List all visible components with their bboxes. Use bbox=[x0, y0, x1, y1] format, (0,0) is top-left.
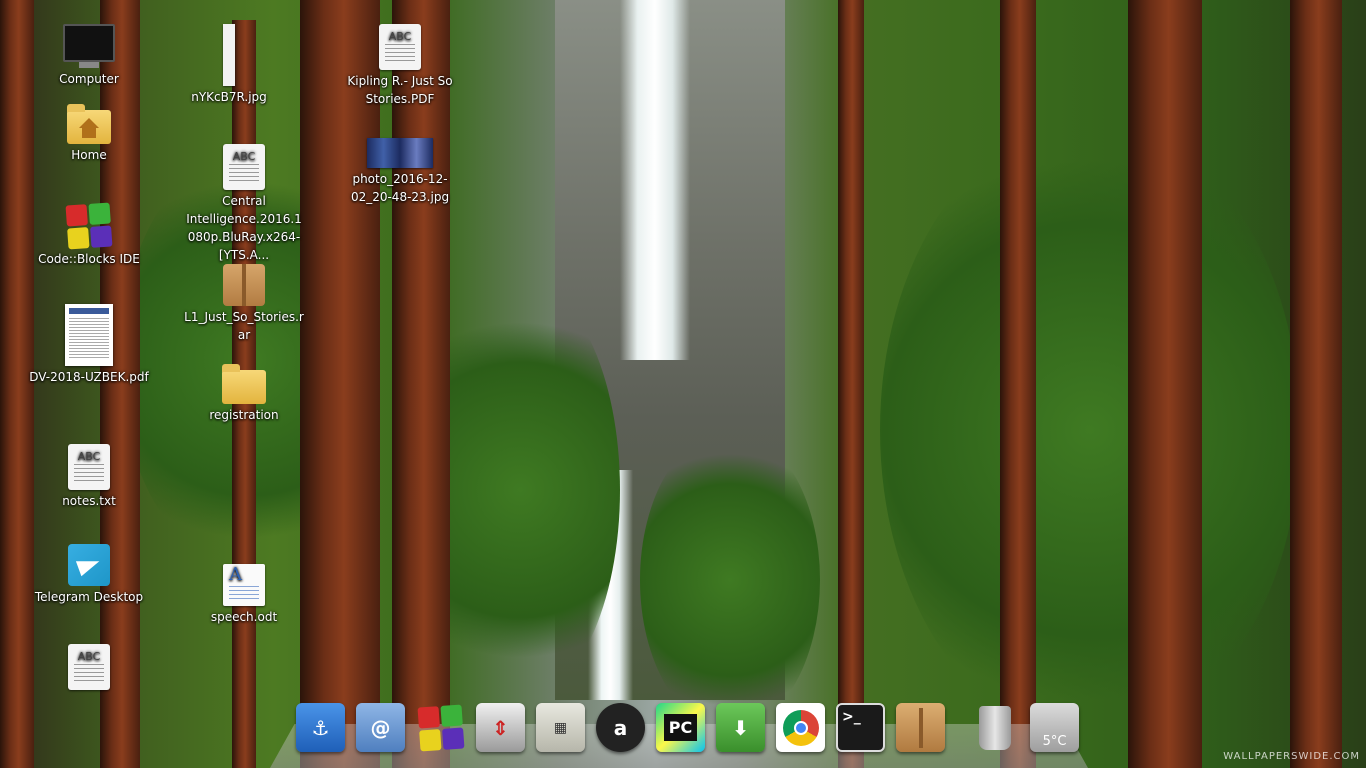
wallpaper-tree-trunk bbox=[1128, 0, 1202, 768]
archive-icon bbox=[918, 707, 923, 748]
wallpaper-foliage bbox=[420, 280, 620, 700]
swirl-icon: @ bbox=[370, 715, 391, 740]
desktop-icon-notes[interactable]: ABC notes.txt bbox=[24, 444, 154, 510]
desktop-icon-codeblocks[interactable]: Code::Blocks IDE bbox=[24, 202, 154, 268]
trash-icon bbox=[978, 705, 1011, 750]
dock-separator bbox=[956, 709, 959, 749]
wallpaper-waterfall-upper bbox=[620, 0, 690, 360]
amazon-icon: a bbox=[613, 715, 628, 740]
dock-terminal[interactable]: >_ bbox=[836, 703, 885, 752]
photo-thumbnail-icon bbox=[335, 138, 465, 168]
desktop-icon-text-file[interactable]: ABC bbox=[24, 644, 154, 692]
anchor-icon: ⚓ bbox=[311, 715, 330, 740]
desktop-icon-nykcb7r[interactable]: nYKcB7R.jpg bbox=[164, 24, 294, 106]
dock-update-manager[interactable]: ⬇ bbox=[716, 703, 765, 752]
dock-anchor-launcher[interactable]: ⚓ bbox=[296, 703, 345, 752]
wallpaper-foliage bbox=[640, 430, 820, 730]
text-file-icon: ABC bbox=[24, 644, 154, 690]
download-icon: ⬇ bbox=[732, 715, 749, 740]
chrome-icon bbox=[782, 709, 819, 746]
computer-icon bbox=[24, 24, 154, 68]
dock-amazon[interactable]: a bbox=[596, 703, 645, 752]
dock-swirl-app[interactable]: @ bbox=[356, 703, 405, 752]
calculator-icon: ▦ bbox=[553, 719, 568, 736]
desktop-icon-kipling[interactable]: ABC Kipling R.- Just So Stories.PDF bbox=[335, 24, 465, 108]
codeblocks-icon bbox=[417, 704, 464, 751]
desktop-icon-computer[interactable]: Computer bbox=[24, 24, 154, 88]
text-file-icon: ABC bbox=[179, 144, 309, 190]
dock-weather[interactable]: 5°C bbox=[1030, 703, 1079, 752]
pycharm-icon: PC bbox=[663, 714, 698, 741]
dock-trash[interactable] bbox=[970, 703, 1019, 752]
dock-codeblocks[interactable] bbox=[416, 703, 465, 752]
desktop-icon-speech[interactable]: A speech.odt bbox=[179, 564, 309, 626]
wallpaper-tree-trunk bbox=[838, 0, 864, 768]
dock-window-resizer[interactable]: ⇕ bbox=[476, 703, 525, 752]
desktop-icon-rar[interactable]: L1_Just_So_Stories.rar bbox=[179, 264, 309, 344]
dock-archive-manager[interactable] bbox=[896, 703, 945, 752]
pdf-document-icon bbox=[24, 304, 154, 366]
odt-document-icon: A bbox=[179, 564, 309, 606]
desktop-icon-telegram[interactable]: Telegram Desktop bbox=[24, 544, 154, 606]
wallpaper-tree-trunk bbox=[1000, 0, 1036, 768]
dock-chrome[interactable] bbox=[776, 703, 825, 752]
folder-icon bbox=[179, 364, 309, 404]
desktop-icon-photo[interactable]: photo_2016-12-02_20-48-23.jpg bbox=[335, 138, 465, 206]
wallpaper-tree-trunk bbox=[392, 0, 450, 768]
wallpaper-tree-trunk bbox=[300, 0, 380, 768]
home-folder-icon bbox=[24, 104, 154, 144]
telegram-icon bbox=[24, 544, 154, 586]
image-file-icon bbox=[164, 24, 294, 86]
desktop-icon-home[interactable]: Home bbox=[24, 104, 154, 164]
wallpaper-tree-trunk bbox=[1290, 0, 1342, 768]
weather-temperature: 5°C bbox=[1042, 734, 1067, 749]
text-file-icon: ABC bbox=[335, 24, 465, 70]
wallpaper-watermark: WALLPAPERSWIDE.COM bbox=[1223, 751, 1360, 762]
desktop-icon-central-intelligence[interactable]: ABC Central Intelligence.2016.1080p.BluR… bbox=[179, 144, 309, 264]
dock-pycharm[interactable]: PC bbox=[656, 703, 705, 752]
text-file-icon: ABC bbox=[24, 444, 154, 490]
dock-calculator[interactable]: ▦ bbox=[536, 703, 585, 752]
resize-icon: ⇕ bbox=[492, 715, 509, 740]
wallpaper-foliage bbox=[880, 120, 1300, 740]
codeblocks-icon bbox=[24, 202, 154, 250]
dock: ⚓ @ ⇕ ▦ a PC ⬇ >_ 5°C bbox=[296, 703, 1079, 752]
desktop-icon-pdf[interactable]: DV-2018-UZBEK.pdf bbox=[24, 304, 154, 386]
desktop-icon-registration[interactable]: registration bbox=[179, 364, 309, 424]
terminal-icon: >_ bbox=[842, 709, 861, 725]
archive-icon bbox=[179, 264, 309, 306]
